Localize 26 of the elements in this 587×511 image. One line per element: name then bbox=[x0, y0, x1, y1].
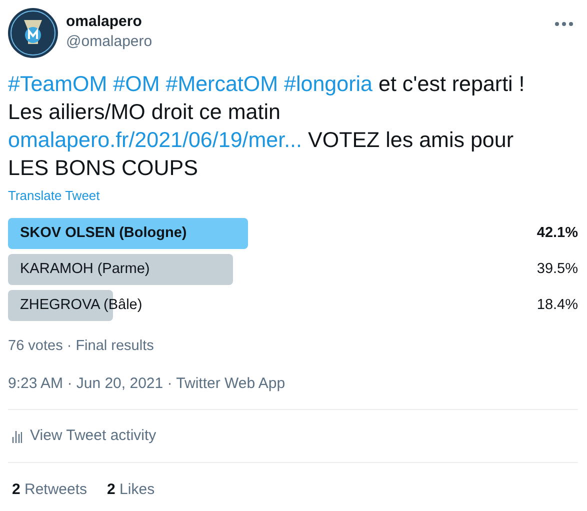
hashtag-link[interactable]: #longoria bbox=[284, 72, 372, 96]
translate-link[interactable]: Translate Tweet bbox=[8, 186, 100, 206]
poll-summary: 76 votes · Final results bbox=[8, 337, 155, 356]
hashtag-link[interactable]: #OM bbox=[113, 72, 160, 96]
tweet-text: et c'est reparti ! bbox=[378, 72, 525, 96]
poll-percent: 39.5% bbox=[536, 260, 578, 279]
poll-percent: 42.1% bbox=[536, 224, 578, 243]
author-name[interactable]: omalapero bbox=[66, 12, 152, 32]
author-handle[interactable]: @omalapero bbox=[66, 32, 152, 52]
stat-link[interactable]: 2 Retweets bbox=[12, 479, 88, 502]
hashtag-link[interactable]: #MercatOM bbox=[166, 72, 278, 96]
poll-option-label: ZHEGROVA (Bâle) bbox=[19, 296, 142, 315]
url-link[interactable]: omalapero.fr/2021/06/19/mer... bbox=[8, 128, 302, 152]
tweet-text: LES BONS COUPS bbox=[8, 156, 198, 180]
avatar-icon[interactable] bbox=[8, 8, 58, 58]
poll-option-label: KARAMOH (Parme) bbox=[19, 260, 150, 279]
bar-chart-icon[interactable] bbox=[12, 429, 22, 444]
tweet-timestamp: 9:23 AM · Jun 20, 2021 · Twitter Web App bbox=[8, 374, 286, 394]
tweet-text: Les ailiers/MO droit ce matin bbox=[8, 100, 280, 124]
poll-option-label: SKOV OLSEN (Bologne) bbox=[19, 224, 187, 243]
more-icon[interactable] bbox=[554, 21, 574, 27]
stat-link[interactable]: 2 Likes bbox=[107, 479, 155, 502]
poll-percent: 18.4% bbox=[536, 296, 578, 315]
tweet-activity-link[interactable]: View Tweet activity bbox=[30, 425, 156, 448]
hashtag-link[interactable]: #TeamOM bbox=[8, 72, 108, 96]
tweet-text: VOTEZ les amis pour bbox=[308, 128, 514, 152]
